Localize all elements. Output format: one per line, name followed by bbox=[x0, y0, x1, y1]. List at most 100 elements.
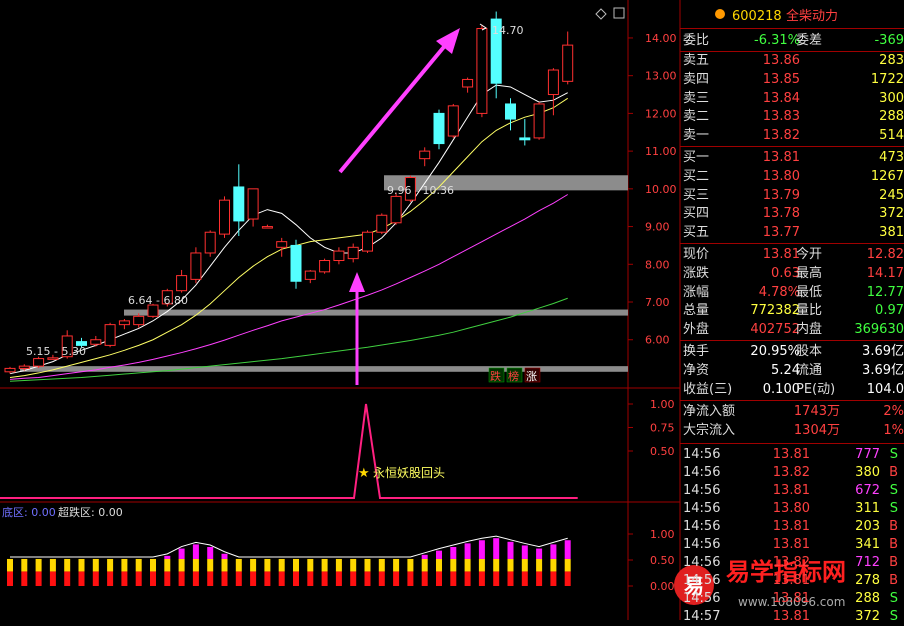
fundamental-label: PE(动) bbox=[796, 381, 836, 397]
bottom-bar-red bbox=[221, 571, 228, 586]
price-tick-label: 7.00 bbox=[645, 296, 670, 309]
candle-body bbox=[276, 241, 288, 248]
window-icon[interactable] bbox=[613, 7, 625, 19]
stat-row: 现价 13.81 今开 12.82 bbox=[680, 246, 904, 264]
stat-row: 总量 772382 量比 0.97 bbox=[680, 302, 904, 320]
signal-line bbox=[0, 403, 578, 499]
ask-volume: 1722 bbox=[870, 71, 904, 87]
tick-volume: 712 bbox=[855, 555, 880, 570]
bottom-bar-yellow bbox=[378, 558, 385, 572]
bottom-bar-magenta bbox=[493, 538, 500, 559]
price-axis: 14.00 13.00 12.00 11.00 10.00 9.00 8.00 7.00 6.0… bbox=[628, 32, 677, 347]
ask-label: 卖五 bbox=[683, 53, 710, 68]
tick-row: 14:56 13.80 311 S bbox=[680, 500, 904, 518]
ask-price: 13.84 bbox=[762, 90, 800, 106]
stat-row: 涨跌 0.63 最高 14.17 bbox=[680, 265, 904, 283]
weibi-value: -6.31% bbox=[754, 33, 800, 48]
tick-row: 14:56 13.81 288 S bbox=[680, 590, 904, 608]
candle-body bbox=[462, 78, 474, 88]
ask-label: 卖一 bbox=[683, 128, 710, 144]
candle-body bbox=[562, 44, 574, 82]
tick-price: 13.81 bbox=[772, 483, 810, 498]
price-tick-label: 14.00 bbox=[645, 32, 677, 45]
ask-label: 卖三 bbox=[683, 90, 710, 106]
tick-volume: 203 bbox=[855, 519, 880, 534]
candle-body bbox=[118, 320, 130, 326]
ask-price: 13.82 bbox=[762, 128, 800, 144]
badge-die: 跌 bbox=[490, 369, 501, 383]
bottom-bar-red bbox=[264, 571, 271, 586]
bottom-bar-yellow bbox=[64, 558, 71, 572]
bottom-bar-red bbox=[293, 571, 299, 586]
bottom-bar-red bbox=[364, 571, 371, 586]
bid-volume: 245 bbox=[879, 187, 904, 203]
tick-price: 13.81 bbox=[772, 519, 810, 534]
bottom-bar-red bbox=[421, 571, 428, 586]
bottom-bar-yellow bbox=[421, 558, 428, 572]
bottom-bar-red bbox=[64, 571, 71, 586]
bottom-bar-red bbox=[307, 571, 314, 586]
tick-time: 14:56 bbox=[683, 555, 721, 570]
candle-body bbox=[519, 137, 531, 141]
candle-body bbox=[547, 69, 559, 96]
bottom-bar-red bbox=[35, 571, 42, 586]
ma-mid-line bbox=[9, 97, 568, 378]
chart-controls[interactable] bbox=[595, 7, 625, 20]
tick-price: 13.81 bbox=[772, 609, 810, 624]
bottom-bar-yellow bbox=[321, 558, 328, 572]
bid-volume: 1267 bbox=[870, 168, 904, 184]
tick-volume: 278 bbox=[855, 573, 880, 588]
tick-side: B bbox=[889, 573, 898, 588]
bottom-bar-red bbox=[550, 571, 557, 586]
bottom-bar-yellow bbox=[250, 558, 257, 572]
tick-row: 14:57 13.81 372 S bbox=[680, 608, 904, 626]
star-icon: ★ bbox=[358, 466, 370, 481]
flow-pct: 2% bbox=[883, 404, 904, 419]
candle-body bbox=[104, 324, 116, 346]
flow-label: 净流入额 bbox=[683, 404, 736, 419]
bottom-bar-magenta bbox=[507, 541, 514, 559]
tick-time: 14:56 bbox=[683, 501, 721, 516]
bottom-bar-yellow bbox=[178, 558, 185, 572]
bottom-bar-yellow bbox=[407, 558, 414, 572]
bottom-bar-yellow bbox=[436, 558, 442, 572]
ask-price: 13.86 bbox=[762, 53, 800, 68]
tick-price: 13.81 bbox=[772, 537, 810, 552]
bottom-bar-yellow bbox=[493, 558, 500, 572]
bottom-bar-yellow bbox=[278, 558, 285, 572]
weicha-label: 委差 bbox=[796, 33, 823, 48]
bottom-bar-red bbox=[192, 571, 199, 586]
tick-row: 14:56 13.81 341 B bbox=[680, 536, 904, 554]
bottom-bar-red bbox=[250, 571, 257, 586]
bottom-bar-red bbox=[478, 571, 485, 586]
bottom-bar-yellow bbox=[536, 558, 543, 572]
flow-value: 1304万 bbox=[793, 423, 840, 438]
quote-sep-stats bbox=[680, 243, 904, 244]
stat-label: 最高 bbox=[796, 265, 823, 281]
bottom-bar-yellow bbox=[564, 558, 571, 572]
candle-body bbox=[419, 150, 431, 160]
bottom-bar-yellow bbox=[221, 558, 228, 572]
candle-body bbox=[219, 199, 230, 235]
ask-volume: 514 bbox=[879, 128, 904, 144]
signal-tick-label: 1.00 bbox=[650, 398, 675, 411]
bottom-histogram bbox=[7, 535, 571, 586]
bottom-bar-yellow bbox=[150, 558, 156, 572]
bottom-bar-red bbox=[49, 571, 56, 586]
tick-volume: 341 bbox=[855, 537, 880, 552]
bottom-bar-red bbox=[335, 571, 342, 586]
stat-value: 12.82 bbox=[866, 247, 904, 262]
quote-sep-ticks bbox=[680, 443, 904, 444]
stat-value: 12.77 bbox=[866, 284, 904, 300]
diamond-icon[interactable] bbox=[595, 8, 607, 20]
price-tick-label: 10.00 bbox=[645, 183, 677, 196]
candle-body bbox=[204, 231, 216, 254]
candle-body bbox=[447, 105, 459, 137]
tick-row: 14:56 13.81 278 B bbox=[680, 572, 904, 590]
stock-name: 全柴动力 bbox=[786, 8, 838, 24]
bottom-bar-red bbox=[121, 571, 128, 586]
tick-row: 14:56 13.82 380 B bbox=[680, 464, 904, 482]
tick-price: 13.82 bbox=[772, 465, 810, 480]
tick-volume: 372 bbox=[855, 609, 880, 624]
ma-short-line bbox=[9, 84, 568, 375]
